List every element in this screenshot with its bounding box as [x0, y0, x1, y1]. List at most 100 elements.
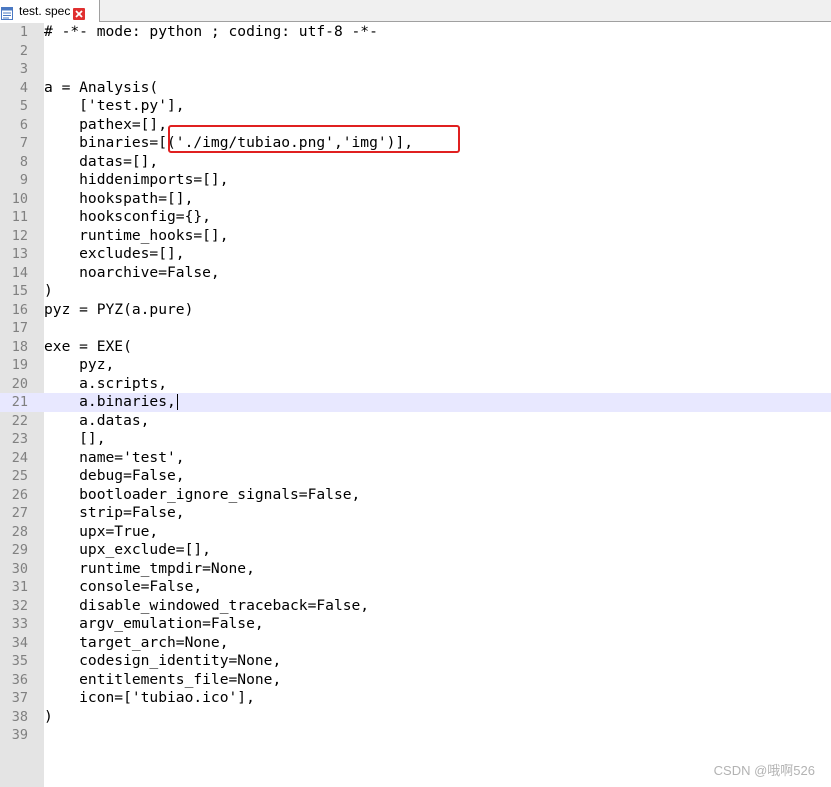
code-line[interactable]: 10 hookspath=[], — [0, 190, 831, 209]
code-line[interactable]: 28 upx=True, — [0, 523, 831, 542]
line-number: 12 — [11, 227, 28, 244]
code-text[interactable]: pyz = PYZ(a.pure) — [44, 301, 193, 320]
tab-label: test. spec — [19, 4, 71, 18]
line-number: 24 — [11, 449, 28, 466]
line-number: 27 — [11, 505, 28, 521]
code-text[interactable]: runtime_tmpdir=None, — [44, 560, 255, 579]
tab-test-spec[interactable]: test. spec — [0, 0, 100, 22]
close-icon[interactable] — [73, 5, 86, 20]
code-line[interactable]: 29 upx_exclude=[], — [0, 541, 831, 560]
line-number: 18 — [11, 338, 28, 355]
code-text[interactable]: disable_windowed_traceback=False, — [44, 597, 369, 616]
code-text[interactable]: target_arch=None, — [44, 634, 228, 653]
code-text[interactable]: exe = EXE( — [44, 338, 132, 357]
code-line[interactable]: 38) — [0, 708, 831, 727]
code-text[interactable]: debug=False, — [44, 467, 184, 486]
code-line[interactable]: 20 a.scripts, — [0, 375, 831, 394]
line-number: 29 — [11, 542, 28, 558]
line-number: 38 — [11, 708, 28, 725]
line-number: 33 — [11, 616, 28, 632]
code-text[interactable]: entitlements_file=None, — [44, 671, 281, 690]
annotation-highlight-box — [168, 125, 460, 153]
line-number: 6 — [19, 116, 28, 133]
code-line[interactable]: 3 — [0, 60, 831, 79]
code-text[interactable]: hooksconfig={}, — [44, 208, 211, 227]
code-line[interactable]: 15) — [0, 282, 831, 301]
code-text[interactable]: # -*- mode: python ; coding: utf-8 -*- — [44, 23, 378, 42]
line-number: 31 — [11, 579, 28, 595]
code-line[interactable]: 24 name='test', — [0, 449, 831, 468]
code-text[interactable]: a.scripts, — [44, 375, 167, 394]
line-number: 8 — [19, 153, 28, 170]
line-number: 15 — [11, 283, 28, 299]
code-line[interactable]: 27 strip=False, — [0, 504, 831, 523]
code-text[interactable]: bootloader_ignore_signals=False, — [44, 486, 360, 505]
code-line[interactable]: 32 disable_windowed_traceback=False, — [0, 597, 831, 616]
code-text[interactable]: name='test', — [44, 449, 184, 468]
code-text[interactable]: a = Analysis( — [44, 79, 158, 98]
line-number: 14 — [11, 264, 28, 281]
code-text[interactable]: codesign_identity=None, — [44, 652, 281, 671]
code-line[interactable]: 33 argv_emulation=False, — [0, 615, 831, 634]
code-line[interactable]: 39 — [0, 726, 831, 745]
code-line[interactable]: 12 runtime_hooks=[], — [0, 227, 831, 246]
line-number: 16 — [11, 301, 28, 318]
code-text[interactable]: pyz, — [44, 356, 114, 375]
code-text[interactable]: excludes=[], — [44, 245, 184, 264]
code-line[interactable]: 22 a.datas, — [0, 412, 831, 431]
file-icon — [1, 5, 13, 20]
code-line[interactable]: 13 excludes=[], — [0, 245, 831, 264]
code-line[interactable]: 17 — [0, 319, 831, 338]
text-caret — [177, 394, 178, 410]
code-line[interactable]: 8 datas=[], — [0, 153, 831, 172]
code-text[interactable]: noarchive=False, — [44, 264, 220, 283]
code-line[interactable]: 35 codesign_identity=None, — [0, 652, 831, 671]
code-line[interactable]: 21 a.binaries, — [0, 393, 831, 412]
code-line[interactable]: 16 pyz = PYZ(a.pure) — [0, 301, 831, 320]
code-line[interactable]: 36 entitlements_file=None, — [0, 671, 831, 690]
code-line[interactable]: 5 ['test.py'], — [0, 97, 831, 116]
code-line[interactable]: 18 exe = EXE( — [0, 338, 831, 357]
code-line[interactable]: 26 bootloader_ignore_signals=False, — [0, 486, 831, 505]
code-line[interactable]: 9 hiddenimports=[], — [0, 171, 831, 190]
code-text[interactable]: argv_emulation=False, — [44, 615, 264, 634]
code-text[interactable]: icon=['tubiao.ico'], — [44, 689, 255, 708]
code-text[interactable]: upx=True, — [44, 523, 158, 542]
code-text[interactable]: hiddenimports=[], — [44, 171, 228, 190]
line-number: 22 — [11, 412, 28, 429]
code-text[interactable]: ) — [44, 282, 53, 301]
code-line[interactable]: 34 target_arch=None, — [0, 634, 831, 653]
code-text[interactable]: a.binaries, — [44, 393, 176, 412]
code-line[interactable]: 14 noarchive=False, — [0, 264, 831, 283]
code-line[interactable]: 37 icon=['tubiao.ico'], — [0, 689, 831, 708]
watermark: CSDN @哦啊526 — [713, 763, 815, 778]
code-line[interactable]: 4 a = Analysis( — [0, 79, 831, 98]
code-text[interactable]: a.datas, — [44, 412, 149, 431]
line-number: 32 — [11, 597, 28, 614]
line-number: 21 — [11, 394, 28, 410]
code-text[interactable]: [], — [44, 430, 105, 449]
code-text[interactable]: console=False, — [44, 578, 202, 597]
code-text[interactable]: ) — [44, 708, 53, 727]
code-text[interactable]: strip=False, — [44, 504, 184, 523]
code-line[interactable]: 19 pyz, — [0, 356, 831, 375]
code-line[interactable]: 31 console=False, — [0, 578, 831, 597]
code-text[interactable]: pathex=[], — [44, 116, 167, 135]
code-text[interactable]: upx_exclude=[], — [44, 541, 211, 560]
code-line[interactable]: 25 debug=False, — [0, 467, 831, 486]
code-text[interactable]: hookspath=[], — [44, 190, 193, 209]
code-text[interactable]: runtime_hooks=[], — [44, 227, 228, 246]
code-editor[interactable]: 1 # -*- mode: python ; coding: utf-8 -*- 2… — [0, 23, 831, 787]
code-line[interactable]: 23 [], — [0, 430, 831, 449]
code-line[interactable]: 30 runtime_tmpdir=None, — [0, 560, 831, 579]
code-line[interactable]: 1 # -*- mode: python ; coding: utf-8 -*- — [0, 23, 831, 42]
line-number: 19 — [11, 357, 28, 373]
line-number: 36 — [11, 671, 28, 688]
line-number: 20 — [11, 375, 28, 392]
code-line[interactable]: 11 hooksconfig={}, — [0, 208, 831, 227]
code-text[interactable]: ['test.py'], — [44, 97, 184, 116]
line-number: 9 — [19, 172, 28, 188]
code-text[interactable]: datas=[], — [44, 153, 158, 172]
code-line[interactable]: 2 — [0, 42, 831, 61]
line-number: 28 — [11, 523, 28, 540]
